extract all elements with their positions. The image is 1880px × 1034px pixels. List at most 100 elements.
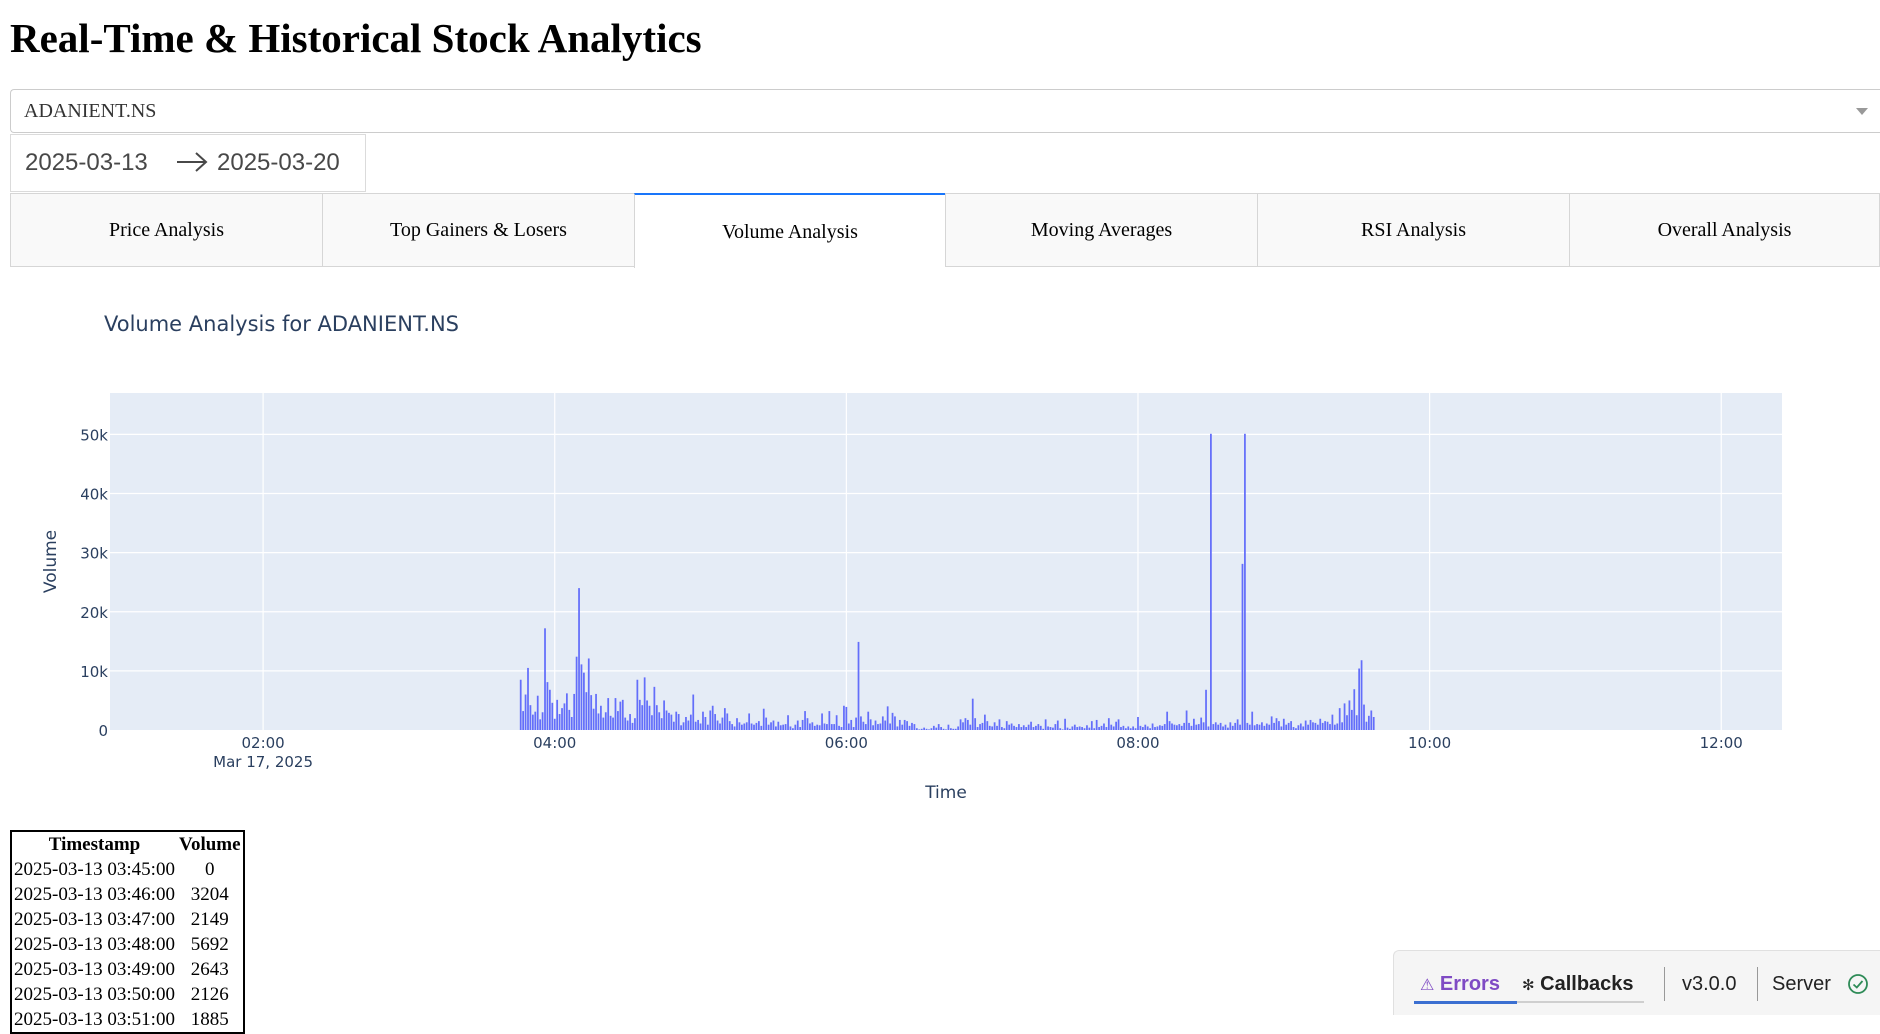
volume-bar [913,724,916,730]
volume-bar [855,717,857,730]
volume-bar [925,728,928,730]
volume-bar [748,713,751,730]
volume-bar [1168,721,1171,730]
volume-bar [1253,725,1256,730]
volume-bar [794,724,797,730]
tab-top-gainers-losers[interactable]: Top Gainers & Losers [322,193,634,267]
volume-bar [740,724,743,730]
volume-bar [762,708,765,730]
volume-bar [529,705,532,730]
x-axis-ticks: 02:00Mar 17, 2025 04:00 06:00 08:00 10:00 12:… [213,734,1743,771]
volume-bar [1175,725,1178,730]
ticker-dropdown[interactable]: ADANIENT.NS [10,89,1880,133]
volume-bar [583,672,585,730]
x-tick-label: 04:00 [533,734,576,752]
volume-bar [806,718,809,730]
callbacks-button[interactable]: ✻ Callbacks [1522,973,1634,996]
volume-bar [1049,727,1052,730]
volume-bar [1212,724,1215,730]
volume-bar [1338,708,1341,730]
table-cell-volume: 1885 [190,1009,229,1030]
volume-bar [1321,722,1324,730]
volume-bar [976,727,979,730]
tab-overall-analysis[interactable]: Overall Analysis [1569,193,1880,267]
volume-bar [1134,728,1137,730]
plot-area[interactable] [110,393,1782,730]
volume-bar [1127,726,1130,730]
table-row: 2025-03-13 03:48:00 5692 [11,932,244,957]
volume-bar [1324,721,1326,730]
errors-label: Errors [1439,973,1500,995]
volume-bar [1246,722,1249,730]
volume-bar [1207,726,1210,730]
start-date-input[interactable]: 2025-03-13 [25,149,148,177]
volume-bar [974,718,977,730]
tab-rsi-analysis[interactable]: RSI Analysis [1257,193,1569,267]
volume-bar [1054,724,1057,730]
volume-bar [575,656,578,730]
volume-bar [1370,710,1373,730]
server-status-button[interactable]: Server [1772,973,1831,996]
volume-bar [1161,725,1164,730]
volume-bar [755,722,758,730]
volume-bar [1146,726,1149,730]
volume-bar [536,695,539,730]
volume-bar [860,716,862,730]
volume-bar [906,721,908,730]
table-row: 2025-03-13 03:50:00 2126 [11,982,244,1007]
table-row: 2025-03-13 03:46:00 3204 [11,882,244,907]
volume-bar [1110,724,1113,730]
chevron-down-icon[interactable] [1856,108,1868,115]
x-tick-label: 12:00 [1700,734,1743,752]
table-cell-volume: 2126 [190,984,229,1005]
errors-button[interactable]: ⚠ Errors [1420,973,1500,996]
tab-moving-averages[interactable]: Moving Averages [945,193,1257,267]
table-cell-timestamp: 2025-03-13 03:45:00 [14,859,175,880]
volume-bar [789,726,792,730]
volume-bar [1195,724,1198,730]
x-tick-label: 10:00 [1408,734,1451,752]
date-range-picker[interactable]: 2025-03-13 2025-03-20 [10,134,366,192]
volume-bar [869,719,872,730]
volume-bar [1180,725,1183,730]
volume-bar [1241,563,1244,730]
volume-bar [689,714,692,730]
tab-price-analysis[interactable]: Price Analysis [10,193,322,267]
volume-bar [852,727,855,730]
volume-bar [1032,727,1035,730]
volume-bar [1069,728,1071,730]
volume-bar [1020,727,1023,730]
volume-bar [777,721,780,730]
volume-bar [1251,711,1254,730]
table-header-volume: Volume [178,834,241,855]
volume-bar [1282,718,1285,730]
volume-bar [1365,721,1368,730]
volume-bar [1081,727,1083,730]
volume-bar [641,705,644,730]
table-cell-volume: 2149 [190,909,229,930]
volume-bar [544,628,546,730]
volume-bar [1103,723,1105,730]
volume-bar [614,698,617,730]
volume-bar [908,725,911,730]
dev-tools-bar: ⚠ Errors ✻ Callbacks v3.0.0 Server [1393,950,1880,1015]
volume-bar [1210,433,1212,730]
volume-bar [867,711,870,730]
volume-bar [1025,727,1028,730]
volume-bar [903,719,906,730]
volume-bar [833,724,836,730]
volume-bar [952,728,955,730]
volume-bar [1224,724,1227,730]
volume-bar [745,722,748,730]
volume-bar [585,692,588,730]
volume-bar [986,721,989,730]
volume-bar [551,702,554,730]
volume-bar [1234,722,1237,730]
volume-bar [1205,689,1207,730]
end-date-input[interactable]: 2025-03-20 [217,149,340,177]
volume-bar [1005,721,1008,730]
volume-bar [1144,724,1147,730]
volume-bar [928,729,930,730]
tab-volume-analysis[interactable]: Volume Analysis [634,193,945,268]
volume-bar [578,588,580,730]
